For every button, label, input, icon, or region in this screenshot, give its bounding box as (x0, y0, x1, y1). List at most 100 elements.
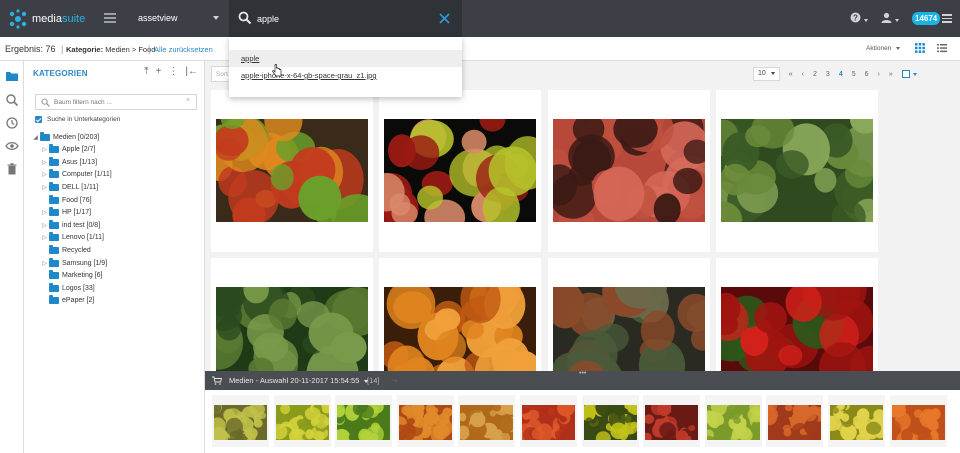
selection-title[interactable]: Medien - Auswahl 20-11-2017 15:54:55 (229, 376, 369, 385)
expand-toggle-icon[interactable]: ▷ (41, 171, 48, 178)
tree-item[interactable]: ▷ ind test [0/8] (41, 219, 100, 231)
folder-icon (40, 131, 50, 141)
user-menu[interactable] (881, 12, 899, 25)
add-category-icon[interactable]: + (156, 67, 162, 77)
expand-toggle-icon[interactable]: ▷ (41, 222, 48, 229)
notification-count-badge[interactable]: 14674 (912, 12, 941, 25)
expand-toggle-icon[interactable]: ▷ (41, 184, 48, 191)
view-selector-caret-icon[interactable] (213, 16, 219, 20)
tree-item[interactable]: Recycled (41, 244, 91, 256)
tree-item[interactable]: ▷ DELL [1/11] (41, 181, 98, 193)
suggestion-item[interactable]: apple-iphone-x-64-gb-space-grau_z1.jpg (229, 67, 462, 84)
selection-thumbnail[interactable] (828, 395, 885, 447)
arrow-right-icon[interactable]: → (391, 375, 399, 384)
subcategory-search-checkbox[interactable] (35, 116, 42, 123)
selection-thumbnail[interactable] (889, 395, 947, 447)
selection-thumbnail[interactable] (643, 395, 701, 447)
tree-item[interactable]: ▷ Apple [2/7] (41, 144, 95, 156)
page-link[interactable]: 2 (813, 71, 817, 78)
asset-tile[interactable] (716, 90, 878, 252)
search-icon[interactable] (5, 93, 19, 107)
tree-item-label: DELL [1/11] (62, 183, 99, 191)
expand-toggle-icon[interactable]: ▷ (41, 159, 48, 166)
trash-icon[interactable] (5, 162, 19, 176)
tree-item[interactable]: ◢ Medien [0/203] (32, 131, 99, 143)
page-size-select[interactable]: 10 (753, 67, 780, 81)
selection-thumbnail[interactable] (212, 395, 269, 447)
expand-toggle-icon[interactable]: ▷ (41, 209, 48, 216)
more-options-icon[interactable]: ⋮ (168, 67, 178, 77)
expand-toggle-icon[interactable]: ◢ (32, 134, 39, 141)
selection-thumbnail[interactable] (520, 395, 577, 447)
selection-thumbnail[interactable] (458, 395, 516, 447)
selection-thumbnail[interactable] (766, 395, 824, 447)
collapse-panel-icon[interactable]: |← (185, 67, 198, 77)
folder-icon (49, 232, 59, 242)
page-link[interactable]: 3 (826, 71, 830, 78)
thumbnail-image (214, 405, 267, 440)
list-view-icon[interactable] (937, 43, 947, 53)
page-link[interactable]: 4 (839, 71, 843, 78)
page-link[interactable]: ‹ (802, 71, 804, 78)
selection-thumbnail[interactable] (704, 395, 762, 447)
page-link[interactable]: » (889, 71, 893, 78)
actions-menu[interactable]: Aktionen (866, 45, 901, 52)
clear-search-icon[interactable] (438, 12, 451, 25)
eye-icon[interactable] (5, 139, 19, 153)
selection-thumbnail[interactable] (396, 395, 454, 447)
asset-tile[interactable] (211, 90, 373, 252)
separator: | (61, 44, 64, 54)
select-all-checkbox[interactable] (901, 70, 910, 78)
expand-toggle-icon[interactable]: ▷ (41, 260, 48, 267)
folder-icon (49, 270, 59, 280)
asset-tile[interactable] (548, 258, 710, 371)
asset-tile[interactable] (379, 90, 541, 252)
view-selector[interactable]: assetview (138, 13, 178, 23)
expand-toggle-icon[interactable]: ▷ (41, 234, 48, 241)
tree-item[interactable]: ▷ Computer [1/11] (41, 169, 112, 181)
subcategory-search-option[interactable]: Suche in Unterkategorien (35, 116, 120, 123)
asset-tile[interactable] (716, 258, 878, 371)
help-menu[interactable]: ? (850, 12, 868, 25)
tree-item[interactable]: Marketing [6] (41, 270, 102, 282)
cart-icon (212, 376, 222, 385)
suggestion-item[interactable]: apple (229, 50, 462, 67)
tree-item[interactable]: ▷ Lenovo [1/11] (41, 232, 104, 244)
asset-tile[interactable] (211, 258, 373, 371)
grid-view-icon[interactable] (915, 43, 925, 53)
app-name: mediasuite (32, 13, 86, 25)
reset-all-link[interactable]: Alle zurücksetzen (154, 45, 213, 54)
search-input[interactable] (257, 11, 427, 27)
page-link[interactable]: 5 (852, 71, 856, 78)
search-icon[interactable] (238, 11, 252, 25)
collapse-all-icon[interactable]: ⤒ (144, 67, 148, 77)
tree-item[interactable]: Food [76] (41, 194, 92, 206)
folder-icon[interactable] (5, 69, 19, 83)
thumbnail-image (275, 405, 329, 440)
page-link[interactable]: 6 (865, 71, 869, 78)
tree-item[interactable]: ▷ Samsung [1/9] (41, 257, 107, 269)
main-menu-icon[interactable] (942, 14, 952, 25)
page-link[interactable]: › (878, 71, 880, 78)
hamburger-menu-icon[interactable] (104, 13, 116, 23)
tree-item[interactable]: ePaper [2] (41, 295, 94, 307)
expand-toggle-icon[interactable]: ▷ (41, 146, 48, 153)
selection-thumbnail[interactable] (335, 395, 393, 447)
tree-filter-input[interactable] (54, 97, 174, 108)
select-all-caret-icon[interactable] (912, 72, 917, 76)
tree-item[interactable]: ▷ Asus [1/13] (41, 156, 97, 168)
pagination: 10 « ‹ 2 3 4 5 6 › » (753, 66, 917, 82)
tree-item[interactable]: Logos [33] (41, 282, 95, 294)
selection-thumbnail[interactable] (581, 395, 639, 447)
history-icon[interactable] (5, 116, 19, 130)
selection-thumbnail[interactable] (273, 395, 331, 447)
resize-handle-icon[interactable]: ••• (579, 370, 586, 377)
tree-item[interactable]: ▷ HP [1/17] (41, 207, 91, 219)
app-logo[interactable]: mediasuite (8, 9, 85, 29)
asset-tile[interactable] (379, 258, 541, 371)
clear-filter-icon[interactable]: × (186, 97, 190, 104)
mouse-cursor-icon (272, 64, 282, 77)
user-icon (881, 12, 892, 23)
page-link[interactable]: « (789, 71, 793, 78)
asset-tile[interactable] (548, 90, 710, 252)
